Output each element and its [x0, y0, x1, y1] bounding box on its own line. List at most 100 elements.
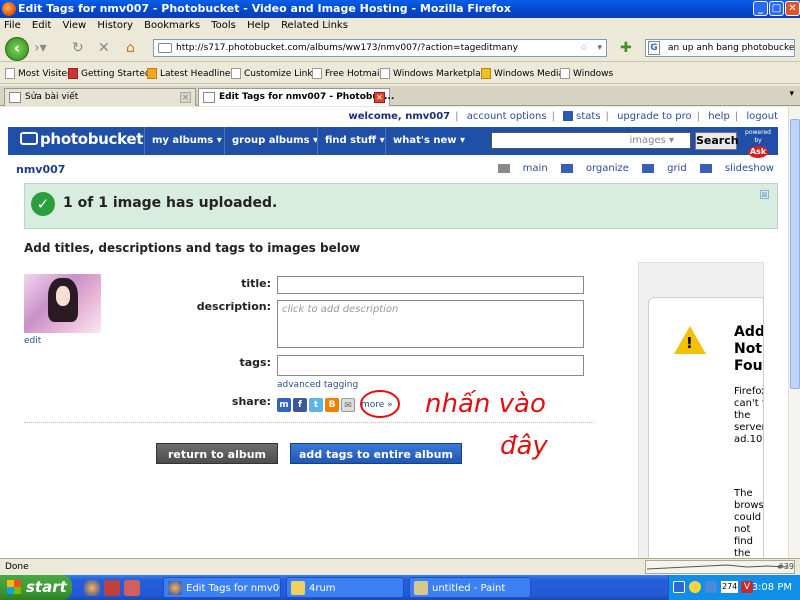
add-tags-to-album-button[interactable]: add tags to entire album	[290, 443, 462, 464]
facebook-icon[interactable]: f	[293, 398, 307, 412]
ad-error-body-2: The brows could not find the	[734, 488, 764, 558]
account-options-link[interactable]: account options	[467, 111, 547, 122]
upgrade-link[interactable]: upgrade to pro	[617, 111, 692, 122]
tags-label: tags:	[239, 356, 271, 369]
task-firefox[interactable]: Edit Tags for nmv007...	[163, 577, 281, 598]
quicklaunch-icon[interactable]	[104, 580, 120, 596]
stop-icon[interactable]: ✕	[98, 40, 110, 56]
bookmarks-toolbar: Most Visited Getting Started Latest Head…	[0, 64, 800, 84]
camera-icon	[20, 132, 38, 145]
tab-close-icon[interactable]: ✕	[374, 92, 385, 103]
share-more-link[interactable]: more »	[361, 400, 393, 410]
firefox-quicklaunch-icon[interactable]	[84, 580, 100, 596]
menu-history[interactable]: History	[97, 20, 133, 31]
view-grid[interactable]: grid	[642, 163, 687, 174]
edit-image-link[interactable]: edit	[24, 336, 41, 346]
task-4rum[interactable]: 4rum	[286, 577, 404, 598]
google-icon[interactable]: G	[648, 41, 660, 55]
logout-link[interactable]: logout	[746, 111, 778, 122]
close-button[interactable]: ✕	[785, 1, 800, 16]
page-scrollbar[interactable]	[788, 107, 800, 558]
stats-link[interactable]: stats	[576, 111, 600, 122]
bookmark-windows-media[interactable]: Windows Media	[481, 68, 564, 79]
clock: 3:08 PM	[751, 582, 792, 593]
tab-sua-bai-viet[interactable]: Sửa bài viết ✕	[4, 88, 196, 106]
grid-icon	[642, 163, 655, 173]
tab-edit-tags[interactable]: Edit Tags for nmv007 - Photobuc... ✕	[198, 88, 394, 106]
view-slideshow[interactable]: slideshow	[699, 163, 774, 174]
nav-find-stuff[interactable]: find stuff ▾	[317, 127, 392, 155]
album-username[interactable]: nmv007	[16, 163, 65, 176]
photobucket-logo[interactable]: photobucket	[20, 130, 143, 148]
ask-logo: powered by Ask	[745, 129, 771, 158]
nav-group-albums[interactable]: group albums ▾	[224, 127, 325, 155]
v-icon[interactable]: V	[741, 581, 753, 593]
nav-my-albums[interactable]: my albums ▾	[144, 127, 229, 155]
back-button[interactable]: ‹	[5, 37, 29, 61]
twitter-icon[interactable]: t	[309, 398, 323, 412]
page-content: welcome, nmv007 | account options | stats |…	[0, 107, 788, 558]
advanced-tagging-link[interactable]: advanced tagging	[277, 380, 358, 390]
image-thumbnail[interactable]	[24, 274, 101, 333]
email-icon[interactable]: ✉	[341, 398, 355, 412]
add-bookmark-icon[interactable]: ✚	[620, 40, 632, 56]
tab-close-icon[interactable]: ✕	[180, 92, 191, 103]
menu-edit[interactable]: Edit	[32, 20, 51, 31]
menu-file[interactable]: File	[4, 20, 21, 31]
tray-counter: 274	[721, 581, 739, 593]
reload-icon[interactable]: ↻	[72, 40, 84, 56]
tab-list-icon[interactable]: ▾	[789, 89, 794, 99]
messenger-icon[interactable]	[689, 581, 701, 593]
menu-help[interactable]: Help	[247, 20, 270, 31]
quicklaunch-icon-2[interactable]	[124, 580, 140, 596]
menu-bookmarks[interactable]: Bookmarks	[144, 20, 200, 31]
banner-close-icon[interactable]: ⊠	[760, 190, 769, 199]
main-view-icon	[497, 163, 510, 173]
task-paint[interactable]: untitled - Paint	[409, 577, 531, 598]
title-input[interactable]	[277, 276, 584, 294]
pb-search-button[interactable]: Search	[695, 132, 739, 150]
start-button[interactable]: start	[0, 575, 72, 600]
bookmark-getting-started[interactable]: Getting Started	[68, 68, 151, 79]
bookmark-windows[interactable]: Windows	[560, 68, 613, 79]
scrollbar-thumb[interactable]	[790, 119, 800, 389]
search-bar[interactable]: G an up anh bang photobucket	[645, 39, 795, 57]
blogger-icon[interactable]: B	[325, 398, 339, 412]
description-input[interactable]: click to add description	[277, 300, 584, 348]
menu-view[interactable]: View	[62, 20, 86, 31]
stats-icon	[563, 111, 574, 121]
url-bar[interactable]: http://s717.photobucket.com/albums/ww173…	[153, 39, 607, 57]
view-organize[interactable]: organize	[560, 163, 629, 174]
bookmark-most-visited[interactable]: Most Visited	[5, 68, 73, 79]
pb-search-input[interactable]: images ▾	[491, 132, 691, 149]
return-to-album-button[interactable]: return to album	[156, 443, 278, 464]
tray-icon[interactable]	[673, 581, 685, 593]
bookmark-free-hotmail[interactable]: Free Hotmail	[312, 68, 382, 79]
maximize-button[interactable]: □	[769, 1, 784, 16]
url-dropdown-icon[interactable]: ▾	[597, 40, 602, 56]
bookmark-icon	[5, 68, 15, 79]
ad-error-page: ! Addr Not Four Firefox can't f the serv…	[648, 297, 764, 558]
network-icon[interactable]	[705, 581, 717, 593]
search-scope[interactable]: images ▾	[629, 135, 674, 146]
tags-input[interactable]	[277, 355, 584, 376]
forward-arrow-icon[interactable]: ›▾	[34, 40, 47, 56]
page-icon	[9, 92, 21, 103]
help-link[interactable]: help	[708, 111, 730, 122]
status-text: Done	[5, 562, 29, 572]
url-text: http://s717.photobucket.com/albums/ww173…	[176, 43, 518, 53]
myspace-icon[interactable]: m	[277, 398, 291, 412]
folder-icon	[291, 581, 305, 595]
firefox-icon	[2, 2, 16, 16]
star-icon[interactable]: ☆	[580, 40, 588, 56]
bookmark-latest-headlines[interactable]: Latest Headlines	[147, 68, 235, 79]
home-icon[interactable]: ⌂	[126, 40, 135, 56]
share-icons: m f t B ✉	[277, 398, 357, 414]
nav-whats-new[interactable]: what's new ▾	[385, 127, 472, 155]
bookmark-windows-marketplace[interactable]: Windows Marketplace	[380, 68, 491, 79]
minimize-button[interactable]: _	[753, 1, 768, 16]
view-main[interactable]: main	[497, 163, 548, 174]
bookmark-customize-links[interactable]: Customize Links	[231, 68, 317, 79]
menu-related-links[interactable]: Related Links	[281, 20, 348, 31]
menu-tools[interactable]: Tools	[211, 20, 236, 31]
